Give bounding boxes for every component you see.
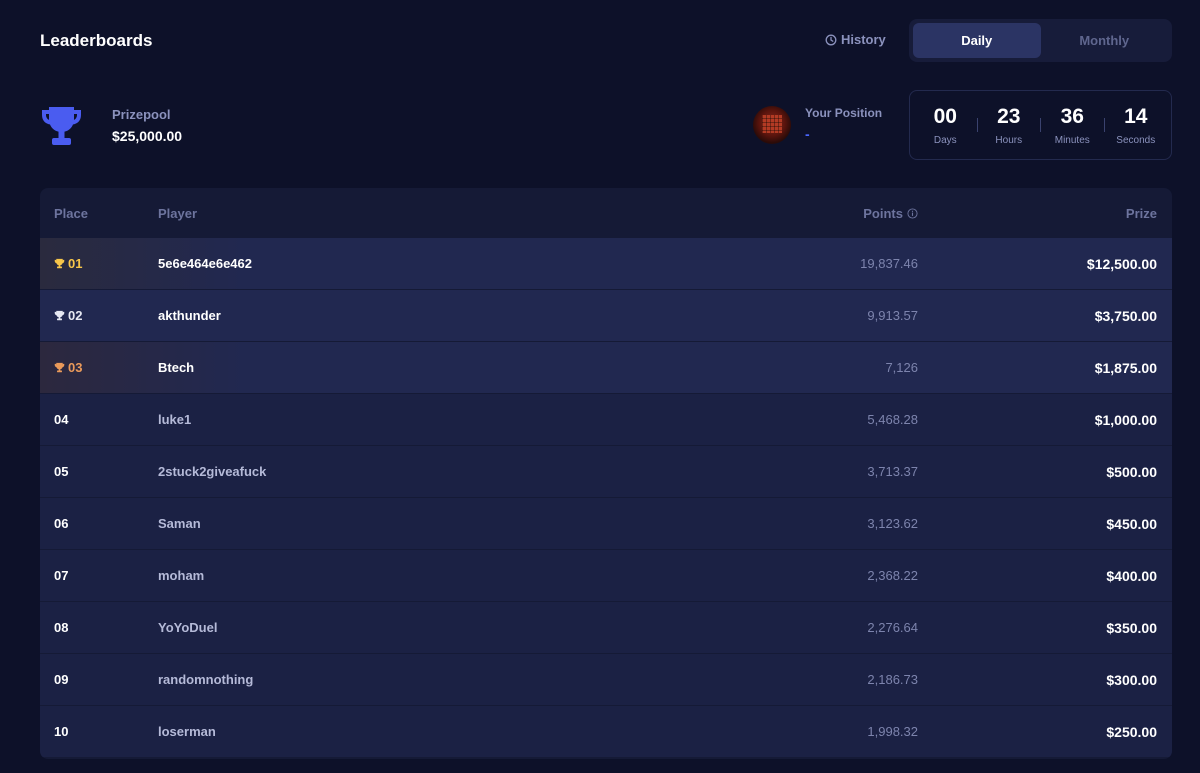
player-name[interactable]: Saman	[158, 516, 201, 531]
prize-value: $12,500.00	[1086, 255, 1157, 272]
points-value: 1,998.32	[867, 724, 918, 739]
tab-monthly[interactable]: Monthly	[1041, 23, 1169, 58]
prizepool-value: $25,000.00	[112, 128, 183, 144]
column-header-points: Points	[863, 206, 918, 221]
place-cell: 06	[54, 516, 68, 531]
leaderboards-page: Leaderboards History Daily Monthly Prize…	[0, 0, 1200, 773]
table-row: 09 randomnothing 2,186.73 $300.00	[40, 654, 1172, 705]
points-value: 5,468.28	[867, 412, 918, 427]
points-value: 19,837.46	[860, 256, 918, 271]
your-position-label: Your Position	[805, 106, 883, 120]
trophy-icon	[54, 362, 65, 373]
points-value: 9,913.57	[867, 308, 918, 323]
place-cell: 01	[54, 256, 82, 271]
prize-value: $500.00	[1106, 463, 1157, 480]
countdown-days-label: Days	[933, 134, 957, 146]
player-name[interactable]: moham	[158, 568, 204, 583]
trophy-icon	[54, 310, 65, 321]
place-cell: 10	[54, 724, 68, 739]
table-row: 05 2stuck2giveafuck 3,713.37 $500.00	[40, 446, 1172, 497]
prize-value: $300.00	[1106, 671, 1157, 688]
countdown-hours: 23 Hours	[978, 105, 1041, 146]
table-row: 06 Saman 3,123.62 $450.00	[40, 498, 1172, 549]
table-row: 08 YoYoDuel 2,276.64 $350.00	[40, 602, 1172, 653]
history-button[interactable]: History	[825, 32, 886, 47]
table-row: 03 Btech 7,126 $1,875.00	[40, 342, 1172, 393]
place-value: 06	[54, 516, 69, 531]
prize-value: $3,750.00	[1094, 307, 1157, 324]
table-row: 04 luke1 5,468.28 $1,000.00	[40, 394, 1172, 445]
player-name[interactable]: luke1	[158, 412, 191, 427]
points-value: 2,368.22	[867, 568, 918, 583]
prize-value: $450.00	[1106, 515, 1157, 532]
place-cell: 08	[54, 620, 68, 635]
countdown-minutes: 36 Minutes	[1041, 105, 1104, 146]
place-value: 08	[54, 620, 69, 635]
history-label: History	[841, 32, 886, 47]
countdown-hours-label: Hours	[995, 134, 1023, 146]
player-name[interactable]: loserman	[158, 724, 216, 739]
countdown-seconds-value: 14	[1124, 104, 1148, 128]
points-value: 3,713.37	[867, 464, 918, 479]
avatar[interactable]	[753, 106, 791, 144]
place-cell: 03	[54, 360, 82, 375]
place-value: 01	[68, 256, 83, 271]
countdown-seconds-label: Seconds	[1116, 134, 1156, 146]
countdown-minutes-value: 36	[1060, 104, 1084, 128]
column-header-place: Place	[54, 205, 88, 221]
player-name[interactable]: 5e6e464e6e462	[158, 256, 252, 271]
prize-value: $400.00	[1106, 567, 1157, 584]
place-cell: 07	[54, 568, 68, 583]
place-value: 10	[54, 724, 69, 739]
countdown-minutes-label: Minutes	[1054, 134, 1090, 146]
prize-value: $350.00	[1106, 619, 1157, 636]
prizepool-label: Prizepool	[112, 107, 171, 122]
tab-daily[interactable]: Daily	[913, 23, 1041, 58]
points-value: 2,276.64	[867, 620, 918, 635]
table-row: 01 5e6e464e6e462 19,837.46 $12,500.00	[40, 238, 1172, 289]
player-name[interactable]: YoYoDuel	[158, 620, 217, 635]
page-title: Leaderboards	[40, 31, 153, 50]
place-value: 07	[54, 568, 69, 583]
your-position-value: -	[805, 126, 810, 142]
place-value: 05	[54, 464, 69, 479]
countdown-seconds: 14 Seconds	[1105, 105, 1168, 146]
points-value: 3,123.62	[867, 516, 918, 531]
place-value: 04	[54, 412, 69, 427]
column-header-prize: Prize	[1125, 205, 1157, 221]
place-cell: 09	[54, 672, 68, 687]
player-name[interactable]: Btech	[158, 360, 194, 375]
countdown-timer: 00 Days 23 Hours 36 Minutes 14 Seconds	[909, 90, 1172, 160]
table-row: 07 moham 2,368.22 $400.00	[40, 550, 1172, 601]
trophy-icon	[54, 258, 65, 269]
points-value: 2,186.73	[867, 672, 918, 687]
player-name[interactable]: randomnothing	[158, 672, 253, 687]
countdown-days-value: 00	[933, 104, 957, 128]
player-name[interactable]: 2stuck2giveafuck	[158, 464, 266, 479]
place-value: 09	[54, 672, 69, 687]
place-value: 03	[68, 360, 83, 375]
leaderboard-table: Place Player Points Prize 01 5e6e464e6e46…	[40, 188, 1172, 759]
trophy-icon	[42, 107, 81, 145]
countdown-hours-value: 23	[997, 104, 1021, 128]
player-name[interactable]: akthunder	[158, 308, 221, 323]
table-row: 10 loserman 1,998.32 $250.00	[40, 706, 1172, 757]
place-value: 02	[68, 308, 83, 323]
clock-icon	[825, 34, 837, 45]
place-cell: 04	[54, 412, 68, 427]
prize-value: $1,875.00	[1094, 359, 1157, 376]
points-value: 7,126	[885, 360, 918, 375]
prize-value: $250.00	[1106, 723, 1157, 740]
countdown-days: 00 Days	[914, 105, 977, 146]
info-icon[interactable]	[907, 207, 918, 219]
column-header-points-label: Points	[863, 205, 903, 221]
place-cell: 05	[54, 464, 68, 479]
place-cell: 02	[54, 308, 82, 323]
table-row: 02 akthunder 9,913.57 $3,750.00	[40, 290, 1172, 341]
period-tabs: Daily Monthly	[909, 19, 1172, 62]
column-header-player: Player	[158, 205, 198, 221]
table-header: Place Player Points Prize	[40, 188, 1172, 238]
prize-value: $1,000.00	[1094, 411, 1157, 428]
